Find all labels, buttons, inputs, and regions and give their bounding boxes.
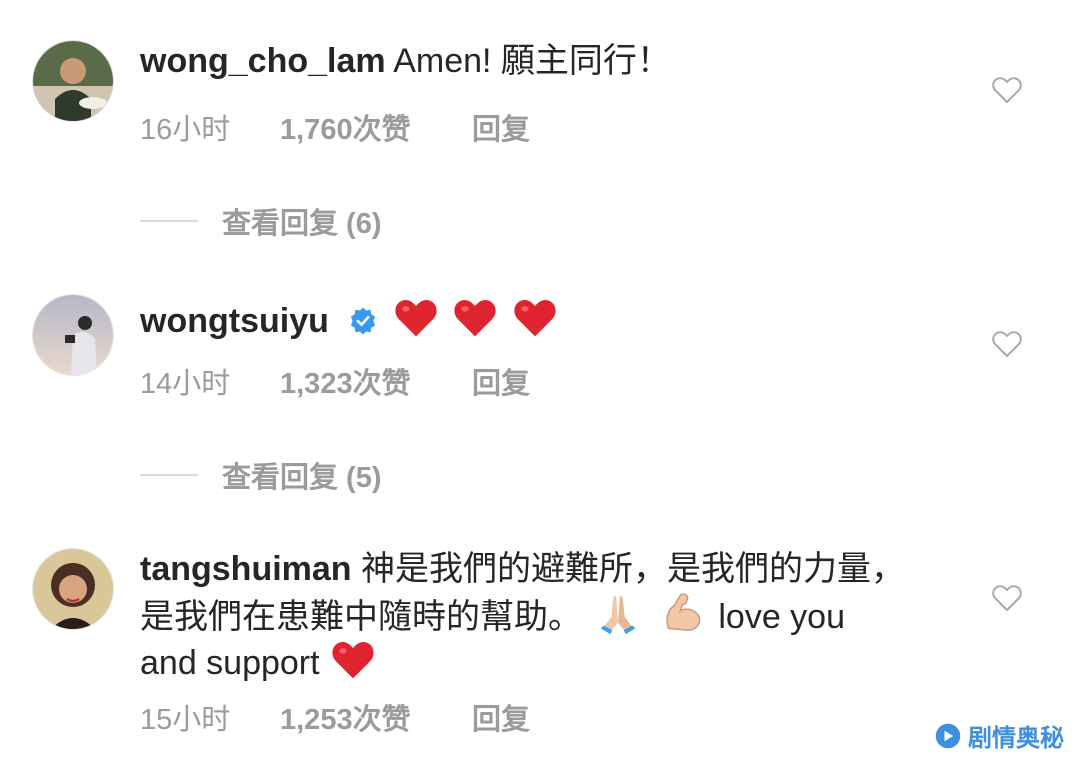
- view-replies-button[interactable]: 查看回复 (5): [140, 454, 382, 496]
- heart-outline-icon: [992, 331, 1022, 357]
- heart-emoji: [395, 300, 437, 337]
- view-replies-label: 查看回复 (5): [222, 462, 382, 494]
- comment-likes[interactable]: 1,253次赞: [280, 696, 472, 738]
- watermark: 剧情奥秘: [934, 718, 1064, 753]
- comment-text: wongtsuiyu: [140, 296, 910, 342]
- comment-time[interactable]: 15小时: [140, 696, 280, 738]
- comment-meta: 14小时 1,323次赞 回复: [140, 360, 530, 402]
- reply-button[interactable]: 回复: [472, 106, 530, 148]
- like-button[interactable]: [990, 74, 1024, 106]
- watermark-logo-icon: [935, 723, 961, 748]
- reply-button[interactable]: 回复: [472, 360, 530, 402]
- comment-time[interactable]: 14小时: [140, 360, 280, 402]
- comment-text: tangshuiman 神是我們的避難所，是我們的力量，是我們在患難中隨時的幫助…: [140, 548, 910, 684]
- heart-emoji: [332, 642, 374, 679]
- avatar[interactable]: [32, 548, 114, 630]
- like-button[interactable]: [990, 582, 1024, 614]
- verified-badge-icon: [351, 307, 376, 335]
- comment-username[interactable]: tangshuiman: [140, 550, 352, 588]
- heart-outline-icon: [992, 77, 1022, 103]
- comment-username[interactable]: wongtsuiyu: [140, 302, 329, 340]
- divider-line: [140, 220, 198, 222]
- avatar[interactable]: [32, 294, 114, 376]
- heart-outline-icon: [992, 585, 1022, 611]
- heart-emoji: [454, 300, 496, 337]
- like-button[interactable]: [990, 328, 1024, 360]
- avatar-image: [33, 295, 113, 375]
- view-replies-button[interactable]: 查看回复 (6): [140, 200, 382, 242]
- avatar-image: [33, 41, 113, 121]
- flexed-biceps-emoji: [666, 593, 701, 631]
- comment-text: wong_cho_lam Amen! 願主同行！: [140, 40, 910, 82]
- heart-emoji: [514, 300, 556, 337]
- watermark-text: 剧情奥秘: [968, 725, 1064, 752]
- avatar-image: [33, 549, 113, 629]
- comment-likes[interactable]: 1,760次赞: [280, 106, 472, 148]
- comment-likes[interactable]: 1,323次赞: [280, 360, 472, 402]
- divider-line: [140, 474, 198, 476]
- comment-meta: 15小时 1,253次赞 回复: [140, 696, 530, 738]
- comment-username[interactable]: wong_cho_lam: [140, 42, 386, 80]
- comment-body: Amen! 願主同行！: [393, 42, 671, 80]
- comment-meta: 16小时 1,760次赞 回复: [140, 106, 530, 148]
- praying-hands-emoji: [601, 595, 636, 635]
- reply-button[interactable]: 回复: [472, 696, 530, 738]
- view-replies-label: 查看回复 (6): [222, 208, 382, 240]
- avatar[interactable]: [32, 40, 114, 122]
- comment-time[interactable]: 16小时: [140, 106, 280, 148]
